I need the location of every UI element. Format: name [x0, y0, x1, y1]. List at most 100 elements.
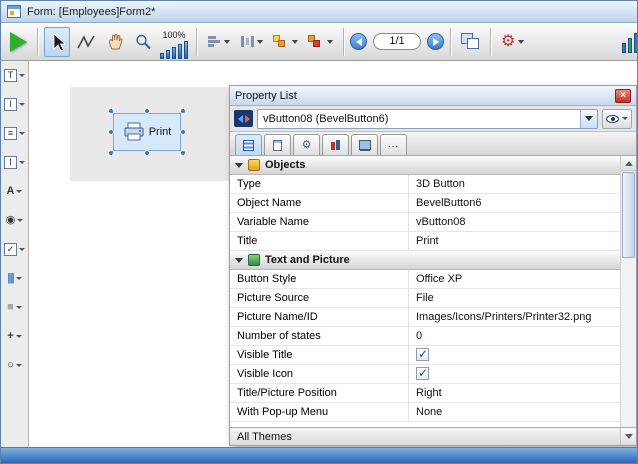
- zoom-tool[interactable]: [130, 27, 156, 57]
- property-value[interactable]: Print: [408, 232, 620, 250]
- property-row-number-of-states[interactable]: Number of states 0: [230, 327, 620, 346]
- chevron-down-icon[interactable]: [19, 248, 25, 251]
- close-button[interactable]: ×: [615, 89, 631, 103]
- tool-text[interactable]: T: [2, 65, 28, 85]
- chevron-down-icon[interactable]: [16, 335, 22, 338]
- align-tools-dropdown[interactable]: [203, 27, 234, 57]
- property-value[interactable]: Right: [408, 384, 620, 402]
- tool-radio-button[interactable]: ◉: [2, 210, 28, 230]
- dropdown-arrow-button[interactable]: [580, 110, 597, 128]
- property-row-picture-source[interactable]: Picture Source File: [230, 289, 620, 308]
- windows-list-button[interactable]: [457, 27, 484, 57]
- scrollbar-thumb[interactable]: [622, 172, 635, 258]
- selection-handle[interactable]: [144, 150, 150, 156]
- property-row-picture-name[interactable]: Picture Name/ID Images/Icons/Printers/Pr…: [230, 308, 620, 327]
- page-indicator[interactable]: 1/1: [373, 33, 421, 50]
- chevron-down-icon[interactable]: [16, 364, 22, 367]
- tab-objects[interactable]: [235, 134, 262, 155]
- chevron-down-icon[interactable]: [17, 219, 23, 222]
- chevron-down-icon[interactable]: [19, 161, 25, 164]
- distribute-tools-dropdown[interactable]: [236, 27, 267, 57]
- level-tools-dropdown[interactable]: [269, 27, 302, 57]
- print-bevel-button[interactable]: Print: [113, 113, 181, 151]
- pan-hand-tool[interactable]: [102, 27, 128, 57]
- property-row-title[interactable]: Title Print: [230, 232, 620, 251]
- chevron-down-icon[interactable]: [16, 190, 22, 193]
- tab-display[interactable]: [351, 134, 378, 155]
- chevron-down-icon[interactable]: [19, 132, 25, 135]
- app-window: Form: [Employees]Form2*: [0, 0, 638, 464]
- tool-check-box[interactable]: ✓: [2, 239, 28, 259]
- property-row-visible-icon[interactable]: Visible Icon: [230, 365, 620, 384]
- printer-icon: [123, 122, 145, 142]
- property-row-type[interactable]: Type 3D Button: [230, 175, 620, 194]
- select-arrow-tool[interactable]: [44, 27, 70, 57]
- visibility-toggle-button[interactable]: [602, 109, 632, 129]
- title-bar[interactable]: Form: [Employees]Form2*: [1, 1, 637, 23]
- tool-button-grid[interactable]: |||: [2, 268, 28, 288]
- scroll-down-button[interactable]: [620, 428, 636, 445]
- property-row-with-popup-menu[interactable]: With Pop-up Menu None: [230, 403, 620, 422]
- clipped-toolbar-icon[interactable]: [622, 31, 637, 53]
- zoom-bars-icon[interactable]: [160, 41, 188, 59]
- property-row-visible-title[interactable]: Visible Title: [230, 346, 620, 365]
- property-value[interactable]: None: [408, 403, 620, 421]
- actions-gear-dropdown[interactable]: ⚙: [497, 27, 528, 57]
- tool-rectangle[interactable]: ■: [2, 297, 28, 317]
- property-value[interactable]: 0: [408, 327, 620, 345]
- property-value[interactable]: Images/Icons/Printers/Printer32.png: [408, 308, 620, 326]
- tab-settings[interactable]: ⚙: [293, 134, 320, 155]
- chevron-down-icon[interactable]: [16, 277, 22, 280]
- collapse-triangle-icon[interactable]: [235, 163, 243, 168]
- tab-events[interactable]: [322, 134, 349, 155]
- previous-page-button[interactable]: [350, 33, 367, 50]
- collapse-triangle-icon[interactable]: [235, 258, 243, 263]
- property-value[interactable]: vButton08: [408, 213, 620, 231]
- selected-object[interactable]: Print: [108, 108, 186, 156]
- tool-combo-box[interactable]: I: [2, 152, 28, 172]
- property-list-title-bar[interactable]: Property List ×: [230, 86, 636, 106]
- chevron-down-icon[interactable]: [16, 306, 22, 309]
- property-value[interactable]: Office XP: [408, 270, 620, 288]
- zoom-level-control[interactable]: 100%: [158, 25, 190, 59]
- chevron-down-icon[interactable]: [19, 74, 25, 77]
- tool-oval[interactable]: ○: [2, 355, 28, 375]
- object-selector-dropdown[interactable]: vButton08 (BevelButton6): [257, 109, 598, 129]
- tab-form-properties[interactable]: [264, 134, 291, 155]
- group-header-text-and-picture[interactable]: Text and Picture: [230, 251, 620, 270]
- rectangle-tool-icon: ■: [7, 301, 14, 314]
- scroll-up-button[interactable]: [621, 156, 636, 171]
- object-navigation-icon[interactable]: [234, 110, 253, 127]
- tab-more[interactable]: ...: [380, 134, 407, 155]
- property-row-variable-name[interactable]: Variable Name vButton08: [230, 213, 620, 232]
- selection-handle[interactable]: [144, 108, 150, 114]
- next-page-button[interactable]: [427, 33, 444, 50]
- property-row-button-style[interactable]: Button Style Office XP: [230, 270, 620, 289]
- selection-handle[interactable]: [180, 150, 186, 156]
- property-value[interactable]: File: [408, 289, 620, 307]
- checkbox-checked[interactable]: [416, 367, 429, 380]
- run-form-button[interactable]: [5, 27, 31, 57]
- property-row-object-name[interactable]: Object Name BevelButton6: [230, 194, 620, 213]
- property-value[interactable]: BevelButton6: [408, 194, 620, 212]
- tool-input[interactable]: I: [2, 94, 28, 114]
- chevron-down-icon[interactable]: [19, 103, 25, 106]
- group-header-objects[interactable]: Objects: [230, 156, 620, 175]
- selection-handle[interactable]: [108, 150, 114, 156]
- tool-static-text[interactable]: A: [2, 181, 28, 201]
- themes-filter-label[interactable]: All Themes: [230, 431, 292, 443]
- form-page-area[interactable]: Print: [70, 87, 230, 181]
- tool-list-box[interactable]: ≡: [2, 123, 28, 143]
- distribute-icon: [240, 35, 254, 48]
- selection-handle[interactable]: [180, 129, 186, 135]
- property-row-title-picture-position[interactable]: Title/Picture Position Right: [230, 384, 620, 403]
- selection-handle[interactable]: [108, 129, 114, 135]
- group-tools-dropdown[interactable]: [304, 27, 337, 57]
- line-tool[interactable]: [72, 27, 100, 57]
- property-value[interactable]: 3D Button: [408, 175, 620, 193]
- checkbox-checked[interactable]: [416, 348, 429, 361]
- property-list-scrollbar[interactable]: [620, 156, 636, 427]
- selection-handle[interactable]: [180, 108, 186, 114]
- selection-handle[interactable]: [108, 108, 114, 114]
- tool-splitter[interactable]: +: [2, 326, 28, 346]
